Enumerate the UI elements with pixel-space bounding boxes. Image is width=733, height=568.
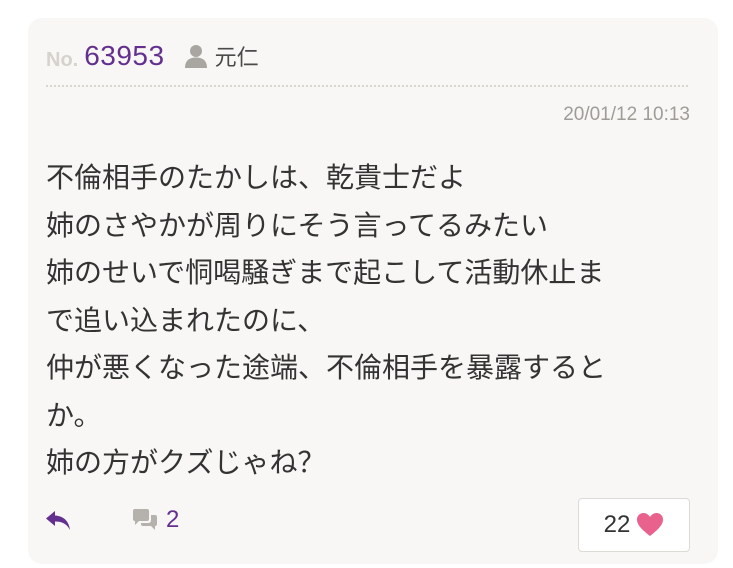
like-count: 22 [603, 511, 631, 538]
post-number[interactable]: 63953 [84, 40, 164, 72]
post-footer: 2 22 [28, 498, 718, 554]
comment-icon [133, 509, 157, 530]
header-divider [46, 85, 688, 87]
post-number-prefix: No. [46, 48, 79, 71]
comment-count: 2 [166, 506, 180, 533]
post-timestamp: 20/01/12 10:13 [563, 104, 690, 125]
body-line: か。 [46, 398, 102, 432]
body-line: 仲が悪くなった途端、不倫相手を暴露すると [46, 351, 607, 384]
heart-icon [637, 513, 664, 536]
comment-card: No. 63953 元仁 20/01/12 10:13 不倫相手のたかしは、乾貴… [28, 18, 718, 564]
user-icon [184, 45, 207, 68]
reply-icon[interactable] [44, 508, 74, 534]
post-body: 不倫相手のたかしは、乾貴士だよ 姉のさやかが周りにそう言ってるみたい 姉のせいで… [46, 154, 686, 487]
body-line: 不倫相手のたかしは、乾貴士だよ [46, 161, 467, 194]
comment-count-button[interactable]: 2 [130, 506, 179, 534]
body-line: 姉の方がクズじゃね？ [46, 446, 326, 479]
body-line: で追い込まれたのに、 [46, 303, 326, 337]
like-button[interactable]: 22 [578, 498, 690, 552]
user-name: 元仁 [214, 46, 259, 71]
post-header: No. 63953 元仁 [46, 36, 259, 76]
body-line: 姉のせいで恫喝騒ぎまで起こして活動休止ま [46, 256, 605, 289]
body-line: 姉のさやかが周りにそう言ってるみたい [46, 208, 549, 242]
